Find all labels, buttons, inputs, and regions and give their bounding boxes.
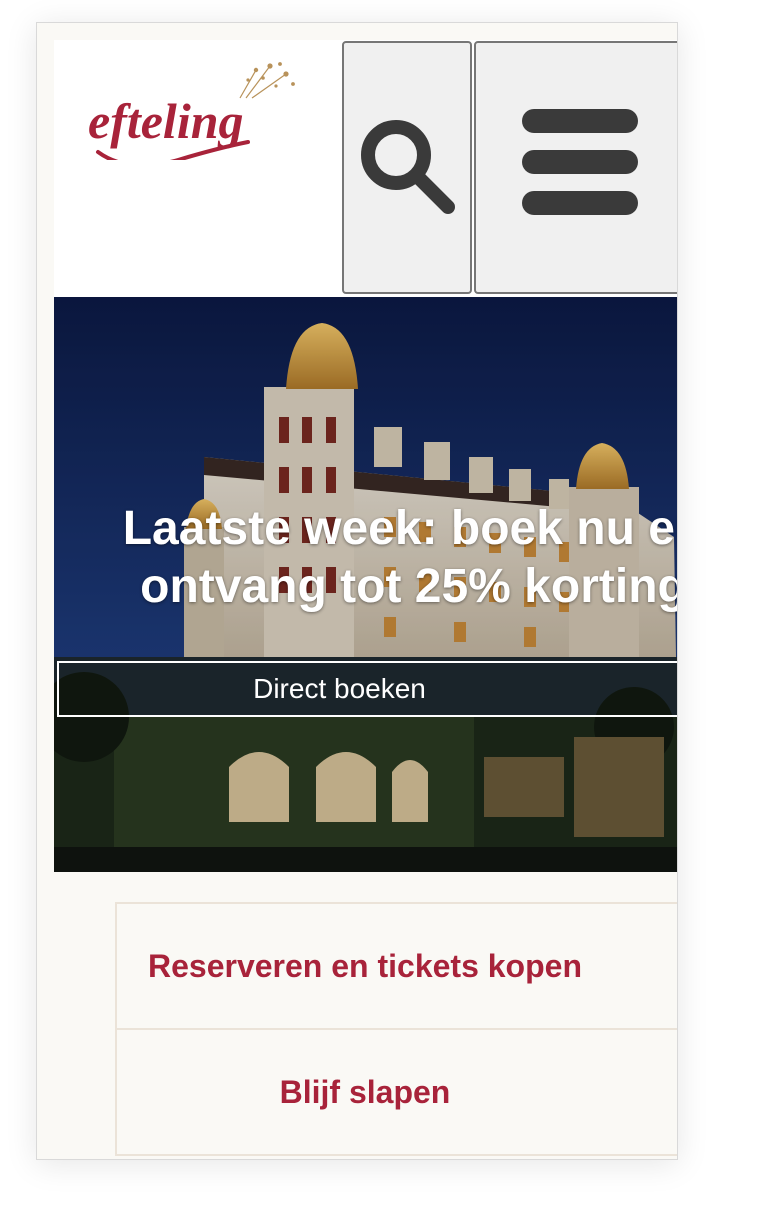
- search-icon: [361, 120, 455, 214]
- hamburger-menu-icon: [522, 109, 638, 215]
- sparkle-icon: [239, 62, 295, 99]
- menu-button[interactable]: [474, 41, 677, 294]
- search-button[interactable]: [342, 41, 472, 294]
- hero-title: Laatste week: boek nu en ontvang tot 25%…: [122, 502, 677, 613]
- direct-boeken-button[interactable]: Direct boeken: [57, 661, 677, 717]
- svg-text:efteling: efteling: [88, 93, 244, 149]
- nav-item-blijf-slapen[interactable]: Blijf slapen: [115, 1028, 677, 1156]
- nav-item-reserveren[interactable]: Reserveren en tickets kopen: [115, 902, 677, 1030]
- efteling-logo[interactable]: efteling: [88, 60, 338, 160]
- hero-banner: Laatste week: boek nu en ontvang tot 25%…: [54, 297, 677, 872]
- page-frame: efteling Laatste week: boek nu e ontvang…: [36, 22, 678, 1160]
- quick-links-list: Reserveren en tickets kopen Blijf slapen: [115, 902, 677, 1156]
- site-header: efteling: [54, 40, 677, 297]
